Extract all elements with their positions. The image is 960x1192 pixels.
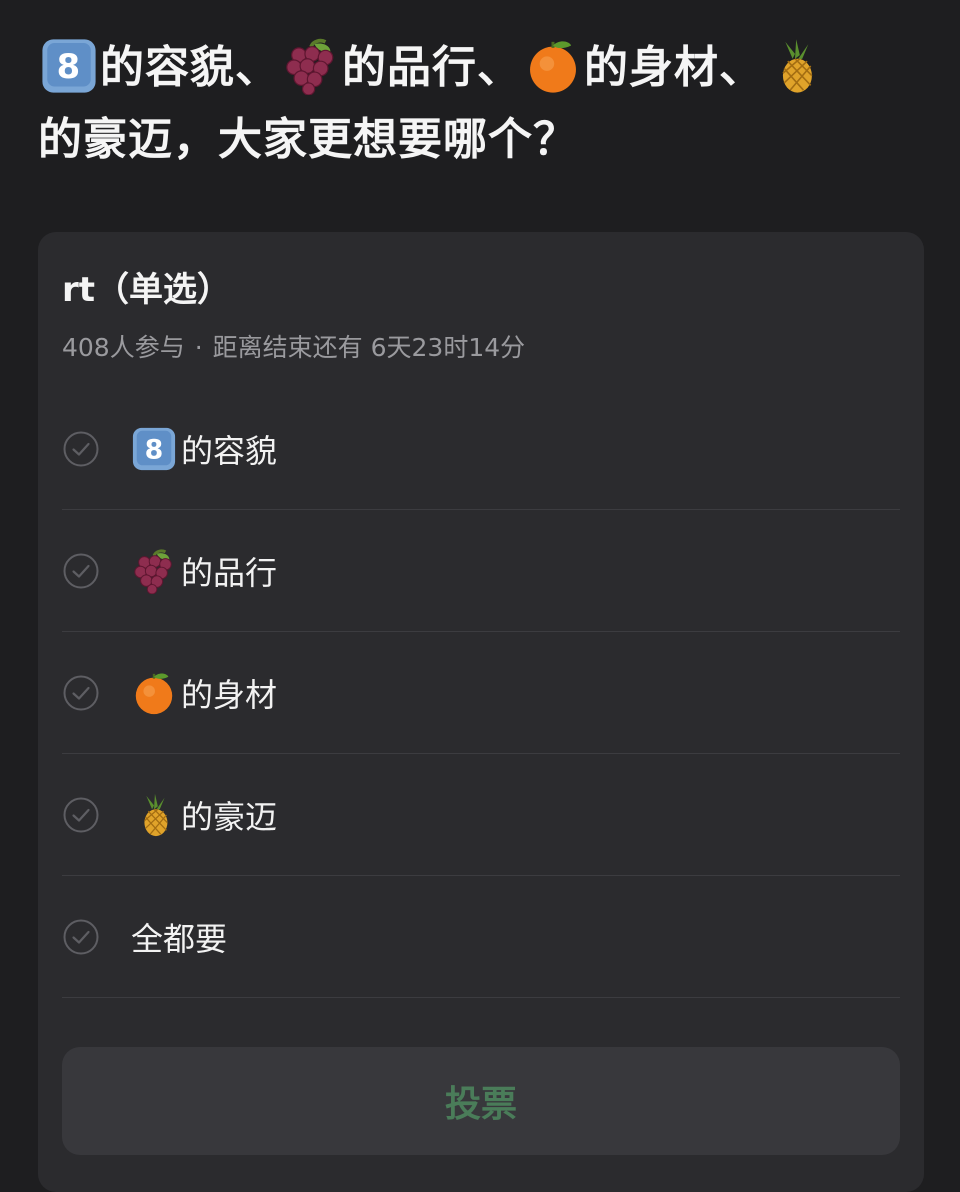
poll-option-1[interactable]: 的容貌 <box>62 388 900 510</box>
check-circle-icon[interactable] <box>63 553 99 589</box>
vote-button[interactable]: 投票 <box>62 1047 900 1155</box>
headline-text-4: 的豪迈，大家更想要哪个？ <box>38 114 578 165</box>
grapes-icon <box>131 548 177 594</box>
check-circle-icon[interactable] <box>63 919 99 955</box>
option-label: 的身材 <box>181 675 278 714</box>
keycap-8-icon <box>131 426 177 472</box>
tangerine-icon <box>131 670 177 716</box>
poll-title: rt（单选） <box>62 270 232 310</box>
post-headline: 的容貌、 的品行、 的身材、 的豪迈，大家更想要哪个？ <box>38 32 918 176</box>
poll-options: 的容貌 的品行 的身材 的豪迈 全都要 <box>62 388 900 998</box>
pineapple-icon <box>766 37 824 95</box>
poll-option-5[interactable]: 全都要 <box>62 876 900 998</box>
check-circle-icon[interactable] <box>63 797 99 833</box>
option-label: 全都要 <box>131 919 228 958</box>
headline-text-2: 的品行、 <box>342 42 522 93</box>
poll-option-2[interactable]: 的品行 <box>62 510 900 632</box>
option-label: 的品行 <box>181 553 278 592</box>
grapes-icon <box>282 37 340 95</box>
headline-line-2: 的豪迈，大家更想要哪个？ <box>38 104 918 176</box>
meta-separator: · <box>194 333 203 362</box>
poll-meta: 408人参与 · 距离结束还有 6天23时14分 <box>62 328 525 364</box>
check-circle-icon[interactable] <box>63 431 99 467</box>
poll-option-4[interactable]: 的豪迈 <box>62 754 900 876</box>
check-circle-icon[interactable] <box>63 675 99 711</box>
option-label: 的容貌 <box>181 431 278 470</box>
tangerine-icon <box>524 37 582 95</box>
headline-text-1: 的容貌、 <box>100 42 280 93</box>
headline-text-3: 的身材、 <box>584 42 764 93</box>
participant-count: 408人参与 <box>62 333 185 362</box>
pineapple-icon <box>131 792 177 838</box>
headline-line-1: 的容貌、 的品行、 的身材、 <box>38 32 918 104</box>
poll-option-3[interactable]: 的身材 <box>62 632 900 754</box>
poll-countdown: 距离结束还有 6天23时14分 <box>212 333 526 362</box>
keycap-8-icon <box>40 37 98 95</box>
option-label: 的豪迈 <box>181 797 278 836</box>
poll-card: rt（单选） 408人参与 · 距离结束还有 6天23时14分 的容貌 的品行 的身… <box>38 232 924 1192</box>
